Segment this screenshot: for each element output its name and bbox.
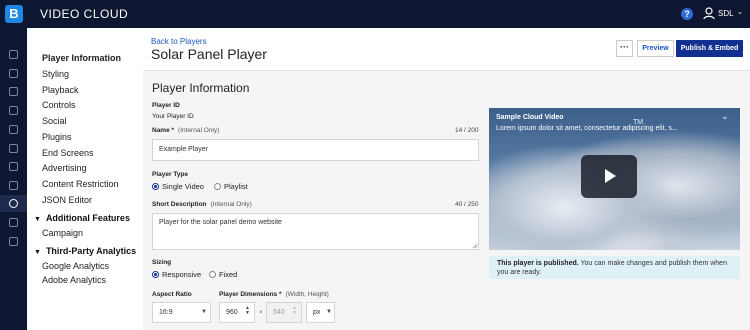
caret-down-icon: ▼ [34,249,41,256]
page-header: Back to Players Solar Panel Player ··· P… [143,28,750,71]
user-name[interactable]: SDL [718,9,734,18]
nav-content-restriction[interactable]: Content Restriction [42,179,119,189]
select-arrow-icon: ▼ [201,309,207,315]
name-counter: 14 / 200 [455,127,479,134]
section-label: Additional Features [45,213,130,223]
name-label: Name * (Internal Only) [152,127,219,134]
nav-advertising[interactable]: Advertising [42,163,87,173]
nav-plugins[interactable]: Plugins [42,132,72,142]
published-notice: This player is published. You can make c… [489,256,740,279]
times-sign: × [259,309,263,316]
select-arrow-icon: ▼ [326,309,332,315]
section-label: Third-Party Analytics [45,246,137,256]
caret-down-icon: ▼ [34,216,41,223]
top-bar: B VIDEO CLOUD ? SDL ⌄ [0,0,750,28]
chevron-down-icon[interactable]: ⌄ [721,111,729,122]
back-to-players-link[interactable]: Back to Players [151,37,207,46]
name-label-text: Name * [152,127,175,134]
description-label: Short Description (Internal Only) [152,201,252,208]
players-icon[interactable] [9,199,18,208]
aspect-ratio-label: Aspect Ratio [152,291,192,298]
live-icon[interactable] [9,106,18,115]
sizing-responsive-label[interactable]: Responsive [162,270,201,279]
nav-styling[interactable]: Styling [42,69,69,79]
user-icon[interactable] [703,7,715,20]
trademark-mark: TM [633,119,644,126]
play-button[interactable] [581,155,637,198]
preview-button[interactable]: Preview [637,40,674,57]
dimensions-hint: (Width, Height) [285,291,329,298]
player-type-single-label[interactable]: Single Video [162,182,204,191]
chevron-down-icon[interactable]: ⌄ [737,8,743,16]
video-title: Sample Cloud Video [496,114,564,121]
settings-icon[interactable] [9,237,18,246]
nav-google-analytics[interactable]: Google Analytics [42,261,109,271]
nav-controls[interactable]: Controls [42,100,76,110]
nav-json-editor[interactable]: JSON Editor [42,195,92,205]
sizing-label: Sizing [152,259,172,266]
folder-icon[interactable] [9,125,18,134]
name-hint: (Internal Only) [178,127,220,134]
player-type-playlist-radio[interactable] [214,183,221,190]
name-input[interactable]: Example Player [152,139,479,161]
player-settings-nav: Player Information Styling Playback Cont… [27,28,143,330]
audience-icon[interactable] [9,162,18,171]
nav-end-screens[interactable]: End Screens [42,148,94,158]
brightcove-logo-icon[interactable]: B [5,5,23,23]
sizing-fixed-radio[interactable] [209,271,216,278]
notice-bold: This player is published. [497,260,579,267]
home-icon[interactable] [9,50,18,59]
nav-adobe-analytics[interactable]: Adobe Analytics [42,275,106,285]
social-icon[interactable] [9,144,18,153]
description-textarea[interactable]: Player for the solar panel demo website [152,213,479,250]
player-id-label: Player ID [152,102,180,109]
stepper-icon-disabled: ▲ ▼ [292,305,297,316]
description-label-text: Short Description [152,201,207,208]
brand-name: VIDEO CLOUD [40,7,129,21]
nav-playback[interactable]: Playback [42,85,79,95]
video-description: Lorem ipsum dolor sit amet, consectetur … [496,125,678,132]
publish-embed-button[interactable]: Publish & Embed [676,40,743,57]
more-options-button[interactable]: ··· [616,40,633,57]
users-icon[interactable] [9,218,18,227]
page-title: Solar Panel Player [151,46,267,62]
player-type-playlist-label[interactable]: Playlist [224,182,248,191]
help-icon[interactable]: ? [681,8,693,20]
icon-rail [0,28,27,330]
sizing-responsive-radio[interactable] [152,271,159,278]
upload-icon[interactable] [9,69,18,78]
description-counter: 40 / 250 [455,201,479,208]
nav-section-additional-features[interactable]: ▼ Additional Features [34,213,130,223]
nav-section-third-party-analytics[interactable]: ▼ Third-Party Analytics [34,246,136,256]
nav-social[interactable]: Social [42,116,67,126]
resize-handle-icon[interactable] [472,243,478,249]
nav-player-information[interactable]: Player Information [42,53,121,63]
player-type-label: Player Type [152,171,189,178]
section-title: Player Information [152,81,250,95]
description-hint: (Internal Only) [210,201,252,208]
player-type-single-radio[interactable] [152,183,159,190]
stepper-icon[interactable]: ▲ ▼ [245,306,250,316]
player-preview[interactable]: Sample Cloud Video Lorem ipsum dolor sit… [489,108,740,250]
sizing-fixed-label[interactable]: Fixed [219,270,237,279]
dimensions-label: Player Dimensions * (Width, Height) [219,291,329,298]
dimensions-label-text: Player Dimensions * [219,291,282,298]
media-icon[interactable] [9,87,18,96]
player-id-value: Your Player ID [152,113,194,120]
analytics-icon[interactable] [9,181,18,190]
nav-campaign[interactable]: Campaign [42,228,83,238]
